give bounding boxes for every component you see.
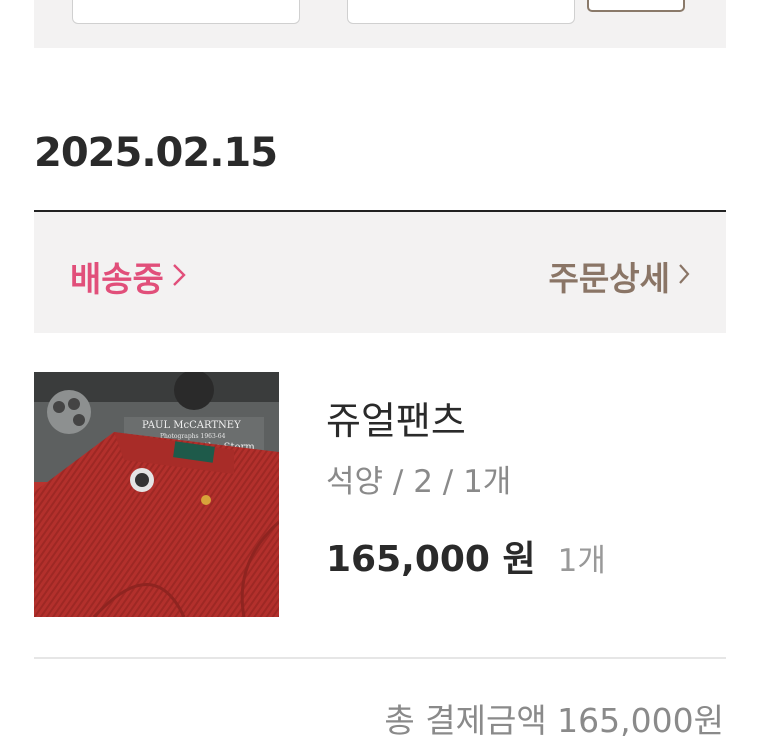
order-status-bar: 배송중 주문상세 (34, 212, 726, 333)
summary-divider (34, 657, 726, 659)
product-quantity: 1개 (557, 543, 606, 579)
delivery-status-label: 배송중 (70, 260, 164, 300)
chevron-right-icon (678, 263, 690, 289)
product-name[interactable]: 쥬얼팬츠 (326, 390, 466, 445)
book-title-text: PAUL McCARTNEY (142, 420, 241, 431)
date-filter-bar (34, 0, 726, 48)
search-button[interactable] (587, 0, 685, 12)
chevron-right-icon (172, 263, 186, 291)
product-price: 165,000 원 (326, 539, 536, 580)
order-detail-link[interactable]: 주문상세 (549, 252, 690, 300)
order-date: 2025.02.15 (34, 130, 278, 176)
price-row: 165,000 원 1개 (326, 530, 606, 582)
delivery-status-link[interactable]: 배송중 (70, 252, 186, 301)
end-date-field[interactable] (347, 0, 575, 24)
product-image[interactable]: PAUL McCARTNEY Photographs 1963-64 Eyes … (34, 372, 279, 617)
total-payment: 총 결제금액 165,000원 (384, 701, 724, 740)
product-option: 석양 / 2 / 1개 (326, 464, 512, 500)
start-date-field[interactable] (72, 0, 300, 24)
order-detail-label: 주문상세 (548, 259, 670, 298)
